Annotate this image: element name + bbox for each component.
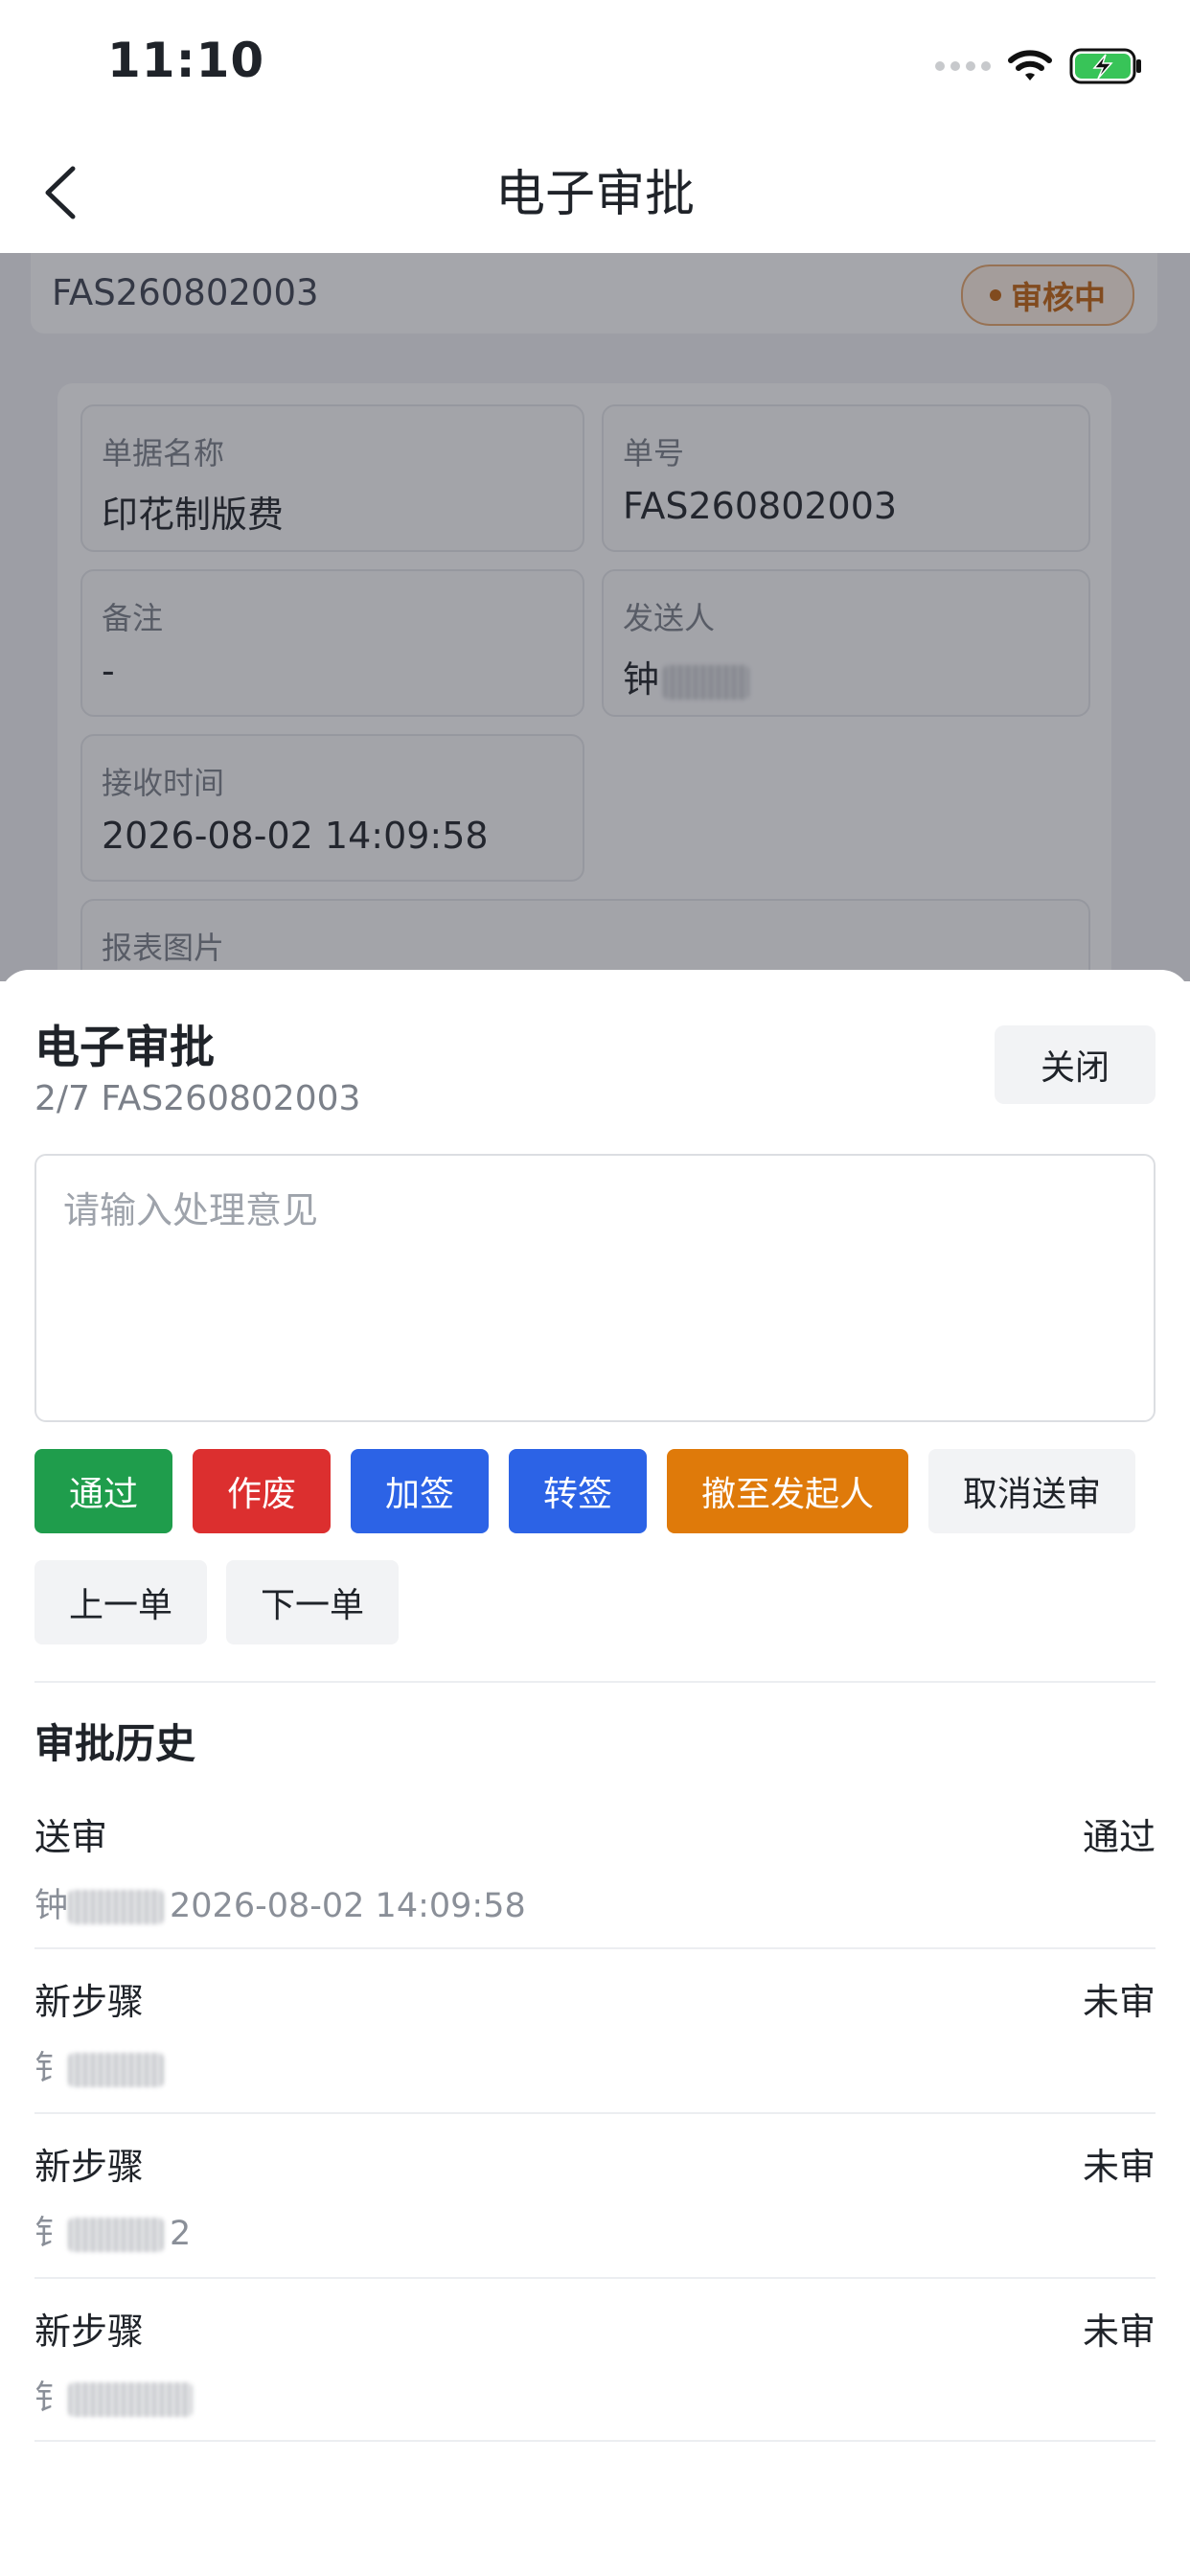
approver-name: 钅 [34,2050,69,2088]
void-button[interactable]: 作废 [193,1449,331,1533]
history-step-meta: 钅 [34,2041,170,2090]
approver-name: 钅 [34,2380,69,2418]
wifi-icon [1008,50,1052,80]
withdraw-to-initiator-button[interactable]: 撤至发起人 [667,1449,908,1533]
history-title: 审批历史 [34,1720,196,1767]
add-signer-button[interactable]: 加签 [351,1449,489,1533]
history-step-meta: 钟 2026-08-02 14:09:58 [34,1878,526,1927]
history-step-suffix: 2 [170,2215,192,2253]
redacted-name [68,2218,165,2252]
history-step-name: 新步骤 [34,2146,145,2188]
transfer-button[interactable]: 转签 [509,1449,647,1533]
sheet-subtitle: 2/7 FAS260802003 [34,1079,361,1118]
history-step-name: 送审 [34,1816,108,1858]
divider [34,1947,1156,1949]
approver-name: 钟 [34,1887,69,1925]
history-step-status: 通过 [1082,1816,1156,1858]
divider [34,1681,1156,1683]
divider [34,2112,1156,2114]
history-step-meta: 钅2 [34,2206,191,2255]
signal-icon [935,61,991,71]
status-time: 11:10 [107,33,265,88]
sheet-title: 电子审批 [34,1022,215,1074]
history-step-name: 新步骤 [34,2311,145,2353]
battery-charging-icon [1069,48,1141,84]
modal-backdrop[interactable] [0,253,1190,981]
previous-button[interactable]: 上一单 [34,1560,207,1644]
status-icons [935,42,1144,90]
next-button[interactable]: 下一单 [226,1560,399,1644]
history-step-status: 未审 [1082,2146,1156,2188]
approver-name: 钅 [34,2215,69,2253]
approve-button[interactable]: 通过 [34,1449,172,1533]
history-step-status: 未审 [1082,2311,1156,2353]
history-step-meta: 钅 [34,2371,198,2420]
redacted-name [68,2382,194,2417]
cancel-submission-button[interactable]: 取消送审 [928,1449,1135,1533]
divider [34,2440,1156,2442]
redacted-name [68,1890,165,1924]
redacted-name [68,2053,165,2087]
history-step-status: 未审 [1082,1981,1156,2023]
history-step-time: 2026-08-02 14:09:58 [170,1887,526,1925]
close-button[interactable]: 关闭 [995,1025,1156,1104]
page-title: 电子审批 [494,166,695,223]
divider [34,2277,1156,2279]
history-step-name: 新步骤 [34,1981,145,2023]
comment-input[interactable] [34,1154,1156,1422]
